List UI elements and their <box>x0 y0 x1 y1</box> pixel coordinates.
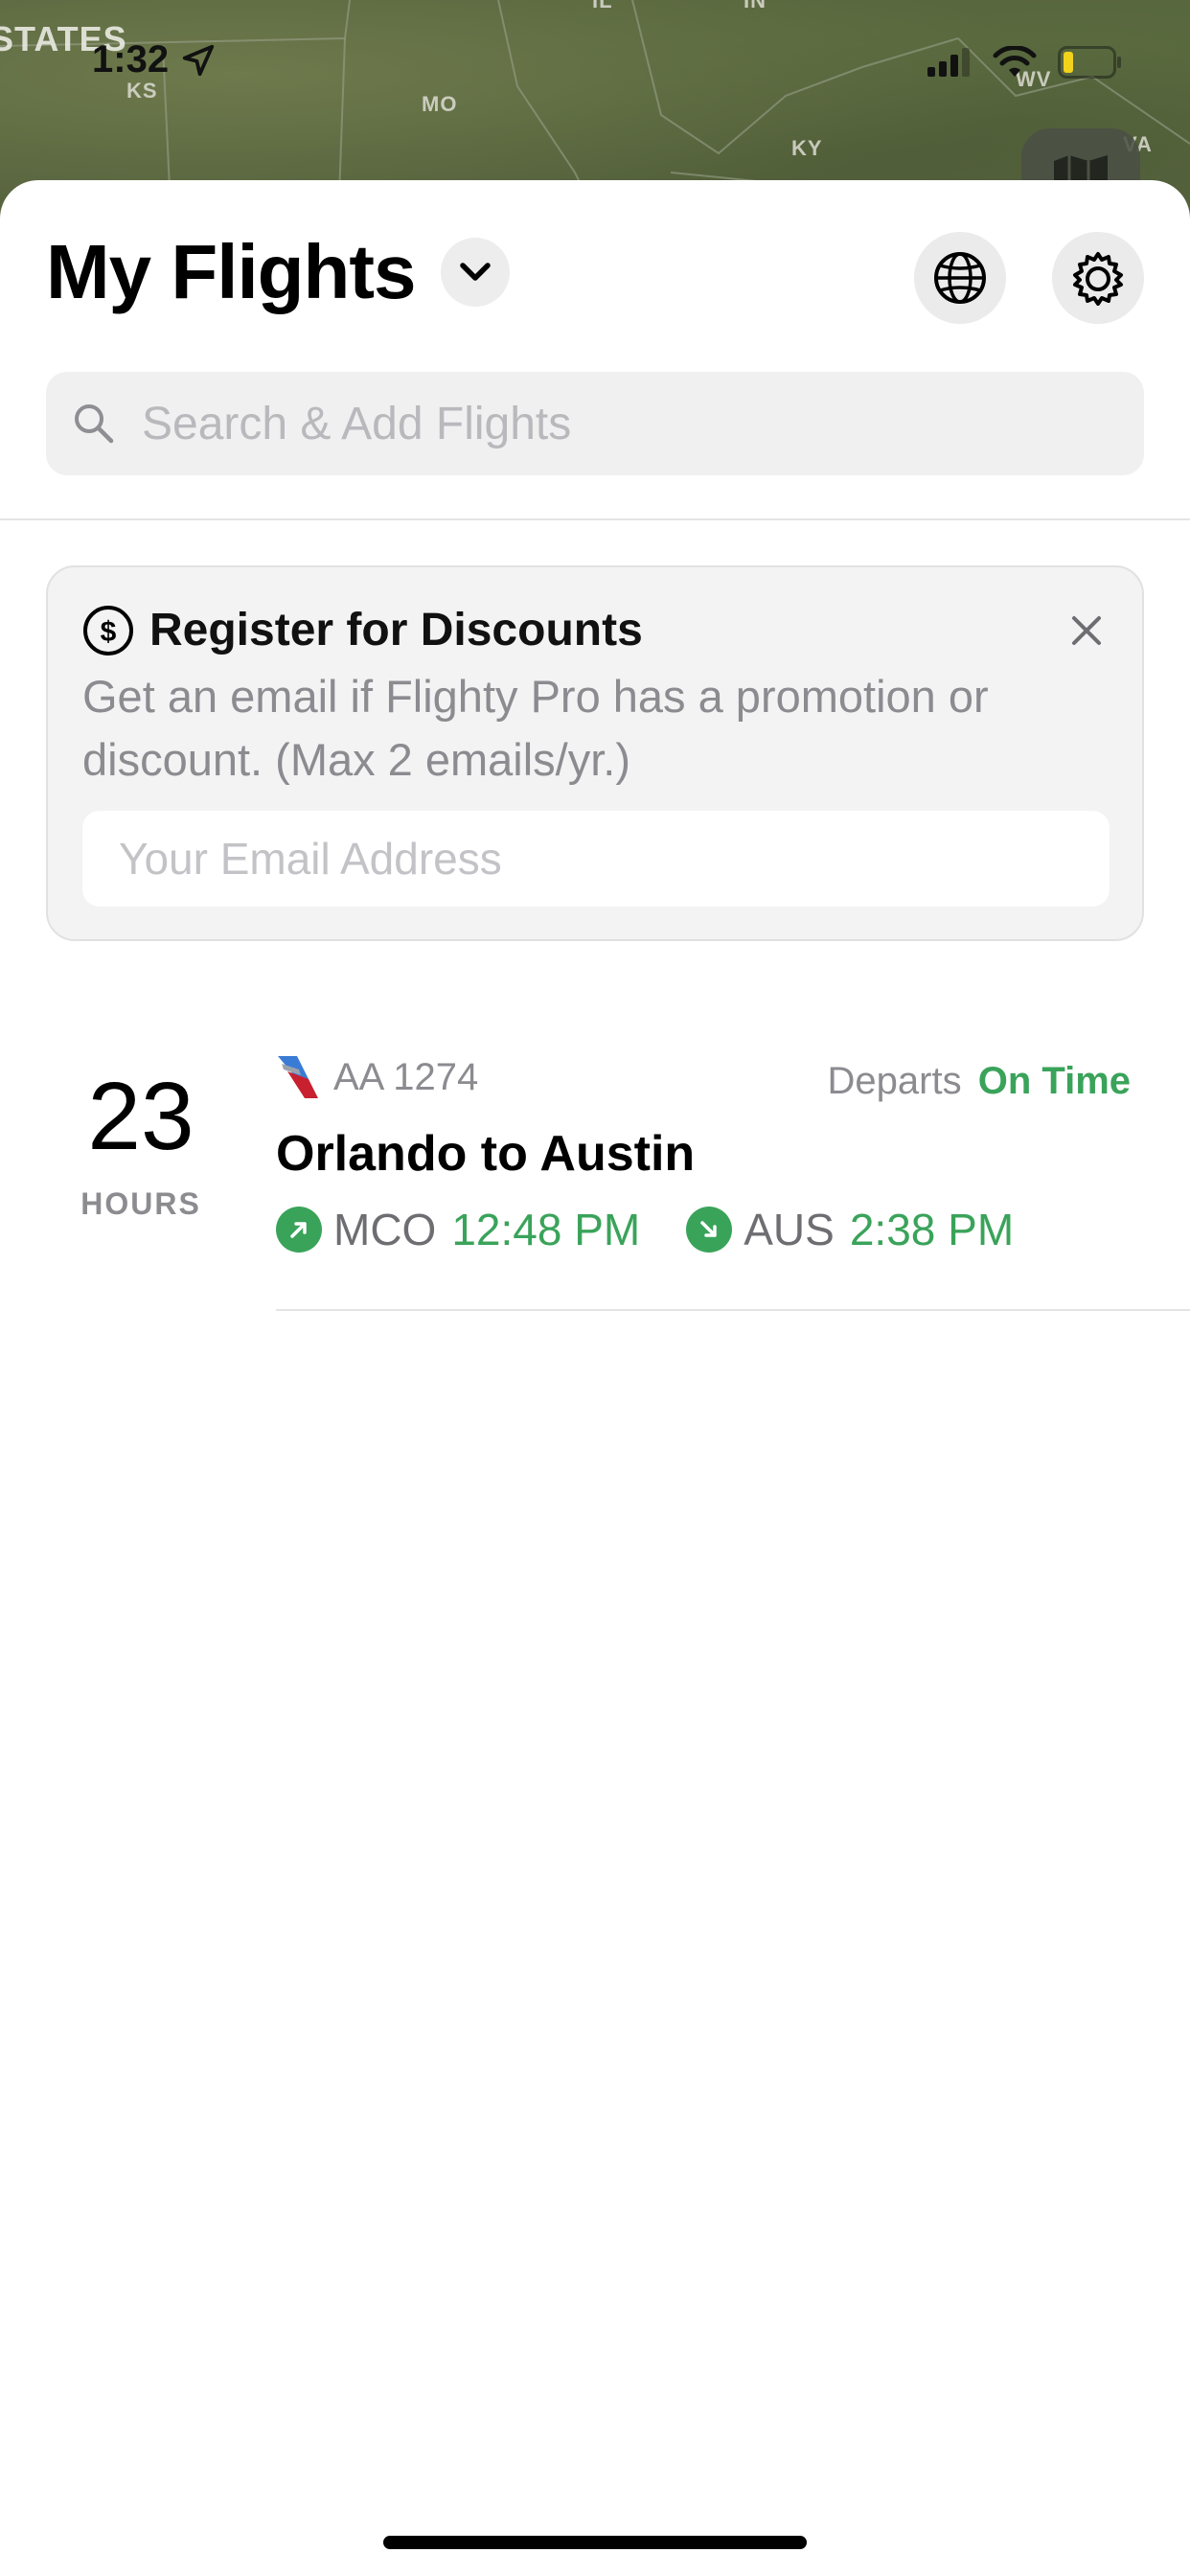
settings-button[interactable] <box>1052 232 1144 324</box>
search-bar[interactable] <box>46 372 1144 475</box>
takeoff-badge <box>276 1207 322 1253</box>
header: My Flights <box>46 228 510 316</box>
status-bar-time: 1:32 <box>92 38 217 81</box>
page-title: My Flights <box>46 229 417 314</box>
status-time-text: 1:32 <box>92 38 170 80</box>
flight-status: Departs On Time <box>828 1060 1131 1103</box>
flight-row[interactable]: 23 HOURS AA 1274 Departs On Time Orlando… <box>0 1025 1190 1313</box>
flight-legs: MCO 12:48 PM AUS 2:38 PM <box>276 1204 1060 1255</box>
gear-icon <box>1073 252 1123 306</box>
map-label-il: IL <box>592 0 613 12</box>
arrival-time: 2:38 PM <box>849 1205 1015 1254</box>
countdown-value: 23 <box>87 1063 195 1170</box>
departure-leg: MCO 12:48 PM <box>276 1204 640 1255</box>
arrow-down-right-icon <box>700 1221 717 1237</box>
search-icon <box>75 404 114 444</box>
flight-route: Orlando to Austin <box>276 1126 696 1182</box>
countdown-unit: HOURS <box>80 1186 201 1221</box>
status-badge: On Time <box>977 1060 1131 1102</box>
airline-info: AA 1274 <box>276 1054 478 1100</box>
departure-time: 12:48 PM <box>451 1205 641 1254</box>
departure-code: MCO <box>333 1205 437 1254</box>
map-label-ks: KS <box>126 79 158 103</box>
email-field[interactable] <box>117 832 1079 886</box>
cellular-signal-icon <box>927 48 970 77</box>
globe-icon <box>934 252 986 304</box>
map-label-mo: MO <box>422 92 458 116</box>
landing-badge <box>686 1207 733 1253</box>
arrow-up-right-icon <box>290 1222 307 1238</box>
promo-title: Register for Discounts <box>149 605 643 656</box>
map-label-ky: KY <box>791 136 823 160</box>
arrival-code: AUS <box>744 1205 835 1254</box>
flight-number: AA 1274 <box>333 1055 479 1098</box>
header-divider <box>0 518 1190 520</box>
status-bar-indicators <box>927 46 1123 79</box>
promo-header: $ Register for Discounts <box>82 604 643 656</box>
promo-description: Get an email if Flighty Pro has a promot… <box>82 671 989 785</box>
discount-promo-card: $ Register for Discounts Get an email if… <box>46 565 1144 941</box>
svg-text:$: $ <box>101 616 117 648</box>
flights-sheet: My Flights Search & Add Flights $ Regist… <box>0 180 1190 2576</box>
globe-button[interactable] <box>914 232 1006 324</box>
airline-logo-icon <box>278 1056 318 1098</box>
close-icon <box>1072 616 1101 645</box>
row-divider <box>276 1309 1190 1311</box>
location-arrow-icon <box>182 44 215 76</box>
status-prefix: Departs <box>827 1060 962 1102</box>
email-field-container[interactable] <box>82 811 1110 907</box>
chevron-down-icon <box>459 263 491 281</box>
wifi-icon <box>993 46 1037 77</box>
map-label-in: IN <box>744 0 767 12</box>
flight-list-picker-button[interactable] <box>440 238 510 307</box>
promo-close-button[interactable] <box>1065 610 1108 652</box>
battery-icon <box>1058 46 1121 79</box>
arrival-leg: AUS 2:38 PM <box>686 1204 1014 1255</box>
home-indicator[interactable] <box>383 2536 807 2549</box>
search-input[interactable] <box>140 396 1102 451</box>
dollar-circle-icon: $ <box>83 605 133 656</box>
